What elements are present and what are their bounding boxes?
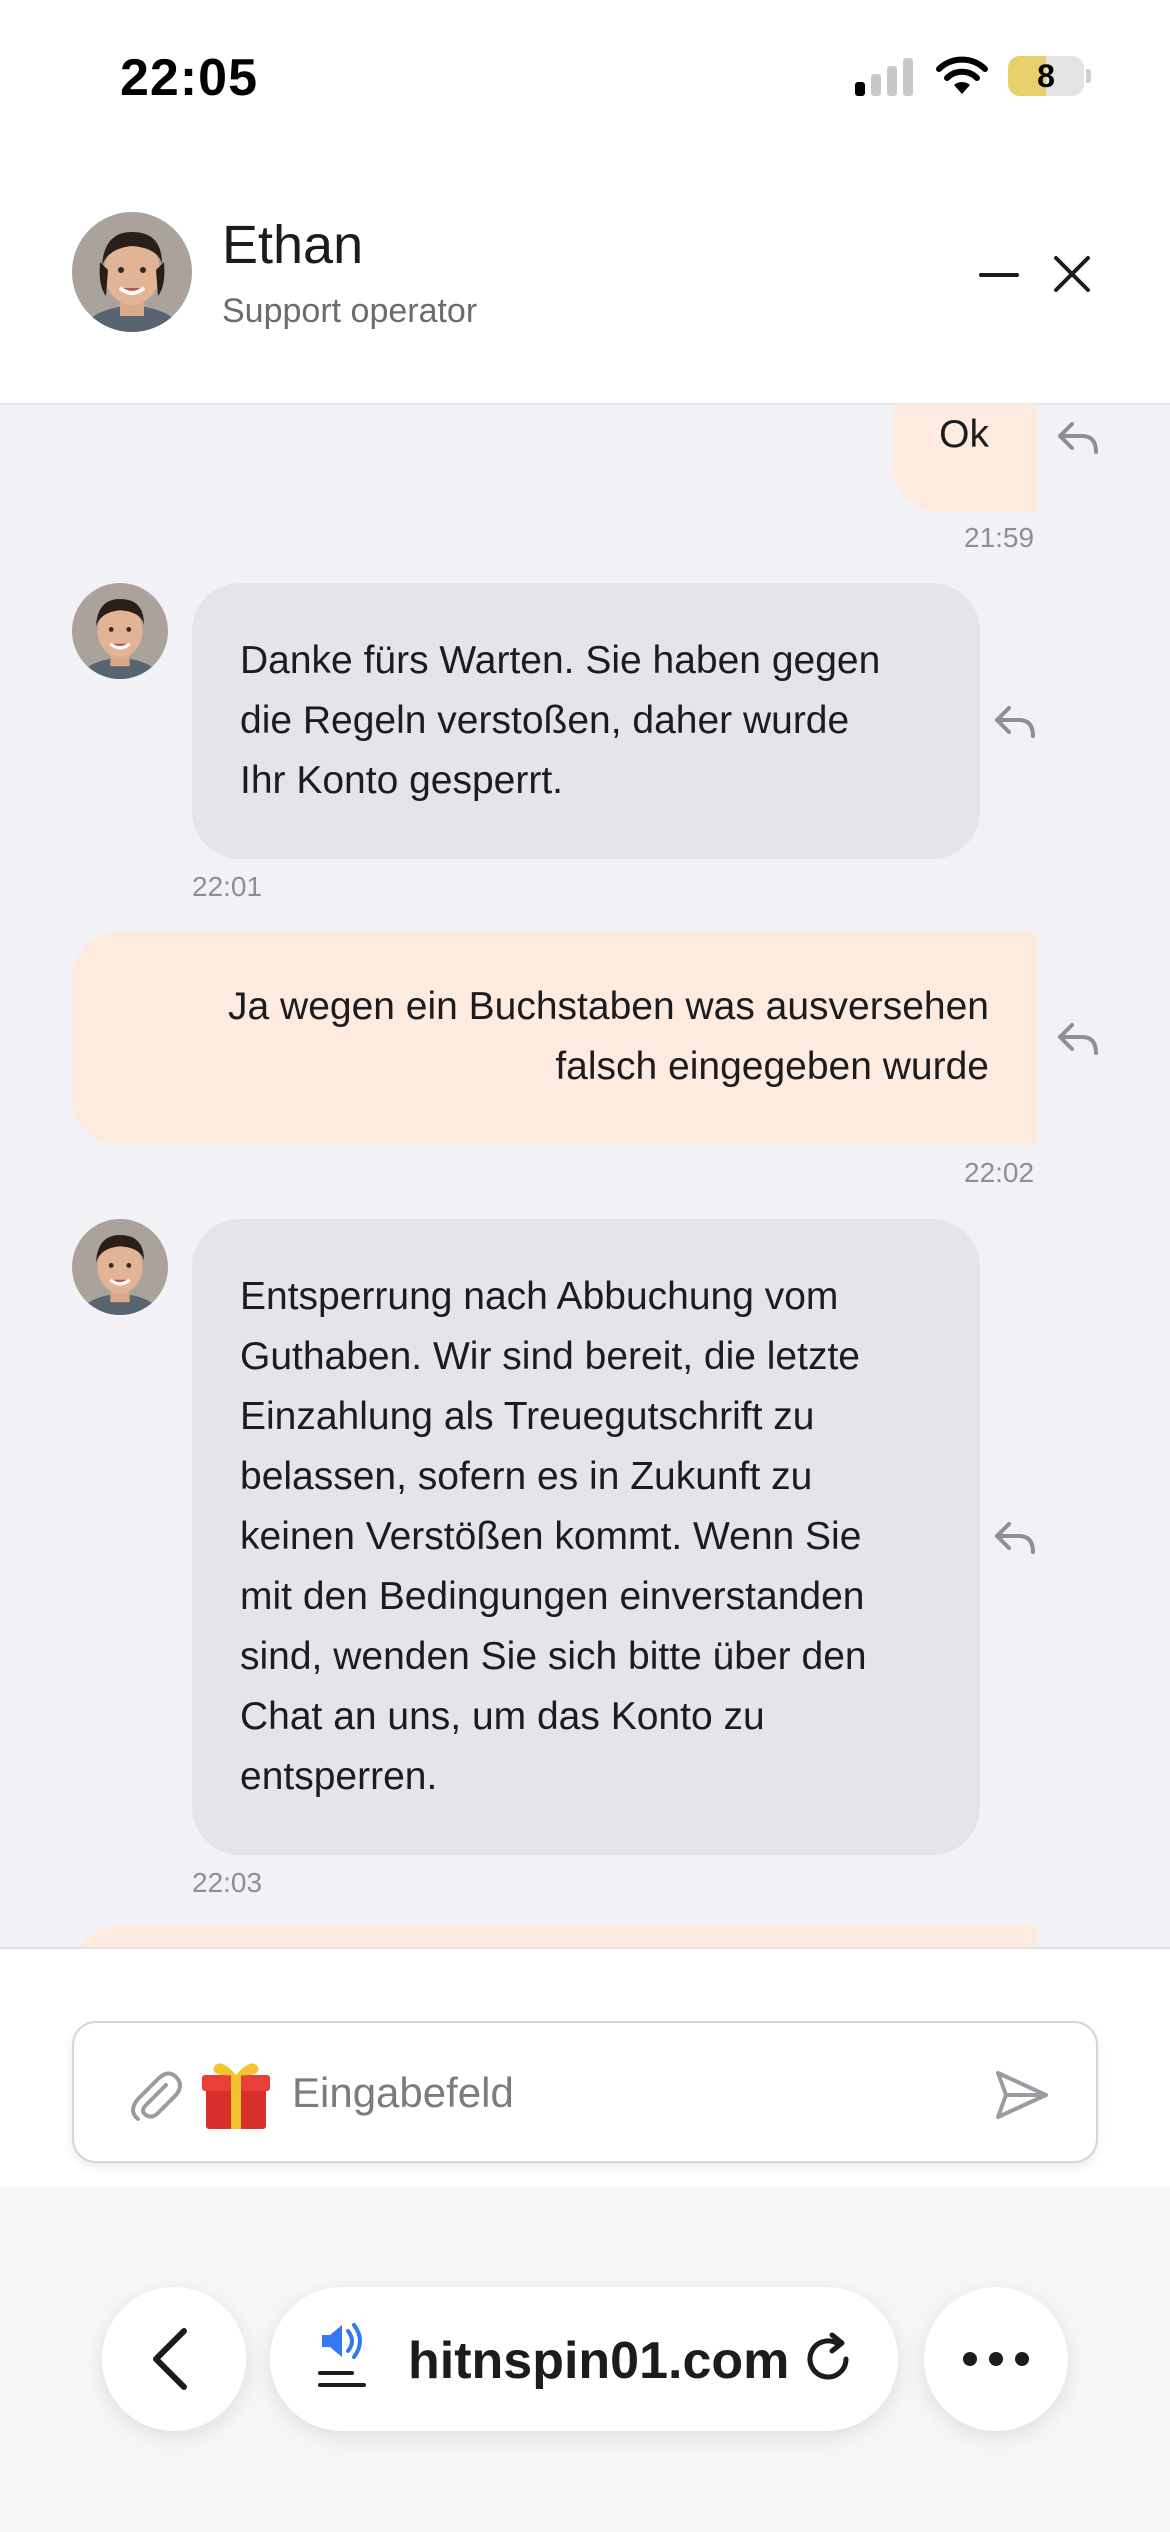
signal-icon bbox=[855, 58, 915, 96]
message-bubble-incoming[interactable]: Entsperrung nach Abbuchung vom Guthaben.… bbox=[192, 1219, 980, 1855]
gift-icon[interactable] bbox=[200, 2055, 272, 2133]
message-bubble-outgoing-partial[interactable] bbox=[72, 1925, 1037, 1947]
message-line: entsperren. bbox=[240, 1755, 438, 1798]
message-line: Ja wegen ein Buchstaben was ausversehen bbox=[228, 985, 989, 1028]
battery-level: 8 bbox=[1037, 58, 1055, 94]
message-time: 22:01 bbox=[192, 871, 263, 902]
agent-name: Ethan bbox=[222, 215, 364, 275]
chevron-left-icon bbox=[153, 2328, 187, 2390]
reply-icon[interactable] bbox=[991, 1518, 1037, 1558]
composer bbox=[72, 2021, 1098, 2163]
message-line: mit den Bedingungen einverstanden bbox=[240, 1575, 865, 1618]
message-bubble-outgoing[interactable]: Ok bbox=[893, 405, 1037, 513]
reload-icon[interactable] bbox=[802, 2331, 858, 2387]
message-line: belassen, sofern es in Zukunft zu bbox=[240, 1455, 813, 1498]
message-line: Einzahlung als Treuegutschrift zu bbox=[240, 1395, 815, 1438]
send-icon[interactable] bbox=[992, 2067, 1052, 2123]
reply-icon[interactable] bbox=[1054, 418, 1100, 458]
browser-toolbar: hitnspin01.com bbox=[0, 2187, 1170, 2532]
agent-avatar-small bbox=[72, 583, 168, 679]
message-line: Entsperrung nach Abbuchung vom bbox=[240, 1275, 839, 1318]
reply-icon[interactable] bbox=[1054, 1019, 1100, 1059]
chat-header: Ethan Support operator bbox=[0, 150, 1170, 405]
message-time: 22:02 bbox=[964, 1157, 1035, 1188]
more-icon bbox=[963, 2352, 1029, 2366]
close-icon[interactable] bbox=[1048, 250, 1096, 298]
message-bubble-incoming[interactable]: Danke fürs Warten. Sie haben gegen die R… bbox=[192, 583, 980, 859]
paperclip-icon[interactable] bbox=[126, 2067, 184, 2125]
message-line: Ihr Konto gesperrt. bbox=[240, 759, 564, 802]
message-input[interactable] bbox=[292, 2053, 992, 2133]
agent-avatar bbox=[72, 212, 192, 332]
message-list[interactable]: Ok 21:59 Danke fürs Warten. Sie haben ge… bbox=[0, 405, 1170, 1947]
address-bar[interactable]: hitnspin01.com bbox=[270, 2287, 898, 2431]
message-bubble-outgoing[interactable]: Ja wegen ein Buchstaben was ausversehen … bbox=[72, 931, 1037, 1145]
message-line: sind, wenden Sie sich bitte über den bbox=[240, 1635, 867, 1678]
url-text: hitnspin01.com bbox=[408, 2332, 790, 2390]
agent-role: Support operator bbox=[222, 292, 478, 330]
message-line: falsch eingegeben wurde bbox=[555, 1045, 989, 1088]
composer-area bbox=[0, 1947, 1170, 2187]
back-button[interactable] bbox=[102, 2287, 246, 2431]
status-bar: 22:05 8 bbox=[0, 0, 1170, 150]
status-time: 22:05 bbox=[120, 49, 258, 107]
minimize-icon[interactable] bbox=[975, 250, 1023, 298]
message-line: Chat an uns, um das Konto zu bbox=[240, 1695, 765, 1738]
agent-avatar-small bbox=[72, 1219, 168, 1315]
battery-icon: 8 bbox=[1008, 56, 1091, 96]
message-line: Danke fürs Warten. Sie haben gegen bbox=[240, 639, 881, 682]
message-line: die Regeln verstoßen, daher wurde bbox=[240, 699, 850, 742]
reply-icon[interactable] bbox=[991, 702, 1037, 742]
message-text: Ok bbox=[939, 413, 989, 456]
message-line: Guthaben. Wir sind bereit, die letzte bbox=[240, 1335, 860, 1378]
more-button[interactable] bbox=[924, 2287, 1068, 2431]
speaker-icon[interactable] bbox=[316, 2323, 372, 2393]
message-line: keinen Verstößen kommt. Wenn Sie bbox=[240, 1515, 862, 1558]
message-time: 21:59 bbox=[964, 522, 1035, 553]
wifi-icon bbox=[936, 56, 988, 94]
message-time: 22:03 bbox=[192, 1867, 263, 1898]
